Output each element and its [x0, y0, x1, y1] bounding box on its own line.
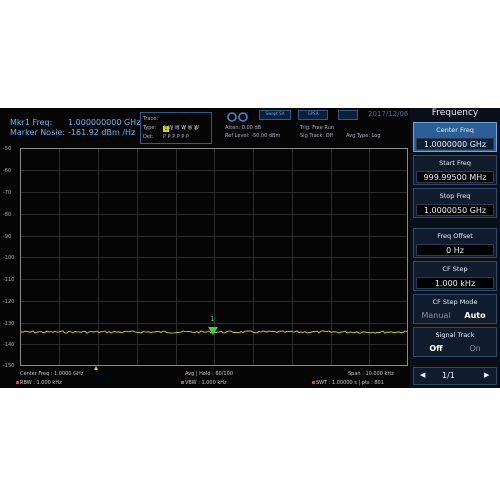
trig-text: Trig: Free Run	[300, 125, 334, 131]
stop-freq-label: Stop Freq	[439, 192, 471, 200]
y-label: -140	[3, 342, 15, 348]
page-navigator: ◀ 1/1 ▶	[413, 367, 497, 385]
cf-step-value: 1.000 kHz	[416, 277, 494, 289]
start-freq-value: 999.99500 MHz	[416, 171, 494, 183]
y-label: -100	[3, 255, 15, 261]
freq-offset-value: 0 Hz	[416, 244, 494, 256]
mode-gpsa-icon[interactable]: GPSA	[298, 110, 328, 120]
freq-offset-button[interactable]: Freq Offset 0 Hz	[413, 228, 497, 258]
page-indicator: 1/1	[442, 371, 455, 380]
det-values: P P P P P P	[163, 134, 190, 140]
signal-track-on[interactable]: On	[456, 343, 494, 355]
type-values: A W W W W W	[163, 125, 200, 131]
footer-avg-hold: Avg | Hold : 60/100	[185, 371, 233, 377]
vbw-text: VBW : 1.000 kHz	[185, 380, 227, 386]
atten-text: Atten: 0.00 dB	[225, 125, 262, 131]
marker-freq-value: 1.000000000 GHz	[68, 118, 141, 127]
trace-info-box[interactable]: Trace: 123456 Type: A W W W W W Det: P P…	[140, 112, 212, 144]
footer-swt: SWT : 1.00000 s | pts : 801	[312, 380, 384, 386]
footer-center-freq: Center Freq : 1.0000 GHz	[20, 371, 84, 377]
swt-text: SWT : 1.00000 s | pts : 801	[316, 380, 384, 386]
swt-indicator-icon	[312, 381, 315, 384]
center-freq-button[interactable]: Center Freq 1.0000000 GHz	[413, 122, 497, 152]
trace-label: Trace:	[143, 116, 158, 122]
signal-track-label: Signal Track	[435, 331, 475, 339]
marker-number: 1	[210, 315, 215, 323]
y-label: -150	[3, 363, 15, 369]
cf-step-label: CF Step	[442, 265, 468, 273]
y-label: -90	[3, 234, 12, 240]
start-freq-button[interactable]: Start Freq 999.99500 MHz	[413, 155, 497, 185]
marker-noise-value: -161.92 dBm /Hz	[68, 128, 136, 137]
y-label: -70	[3, 190, 12, 196]
avg-type-text: Avg Type: Log	[346, 133, 381, 139]
prev-page-icon[interactable]: ◀	[420, 371, 425, 379]
y-label: -120	[3, 299, 15, 305]
start-freq-label: Start Freq	[439, 159, 471, 167]
center-position-icon	[94, 366, 98, 370]
center-freq-value: 1.0000000 GHz	[416, 138, 494, 150]
date-display: 2017/12/06	[368, 110, 409, 118]
cf-step-mode-button[interactable]: CF Step Mode Manual Auto	[413, 294, 497, 324]
marker-noise-label: Marker Nosie:	[10, 128, 66, 137]
mode-swept-sa-icon[interactable]: Swept SA	[259, 110, 291, 120]
panel-title: Frequency	[431, 108, 479, 118]
trace-svg	[21, 327, 407, 335]
vbw-indicator-icon	[181, 381, 184, 384]
y-label: -110	[3, 277, 15, 283]
type-label: Type:	[143, 125, 157, 131]
analyzer-screen: Mkr1 Freq: 1.000000000 GHz Marker Nosie:…	[0, 108, 500, 388]
y-label: -50	[3, 146, 12, 152]
spectrum-plot[interactable]: 1	[20, 148, 408, 366]
footer-vbw: VBW : 1.000 kHz	[181, 380, 227, 386]
stop-freq-value: 1.0000050 GHz	[416, 204, 494, 216]
center-freq-label: Center Freq	[436, 126, 474, 134]
y-label: -80	[3, 212, 12, 218]
softkey-panel: Frequency Center Freq 1.0000000 GHz Star…	[410, 108, 500, 388]
y-label: -130	[3, 321, 15, 327]
cf-step-mode-label: CF Step Mode	[432, 298, 478, 306]
rbw-indicator-icon	[16, 381, 19, 384]
signal-track-button[interactable]: Signal Track Off On	[413, 327, 497, 357]
screen-layout-icon[interactable]	[338, 110, 358, 120]
marker-freq-label: Mkr1 Freq:	[10, 118, 53, 127]
freq-offset-label: Freq Offset	[437, 232, 473, 240]
stop-freq-button[interactable]: Stop Freq 1.0000050 GHz	[413, 188, 497, 218]
rbw-text: RBW : 1.000 kHz	[20, 380, 62, 386]
signal-track-off[interactable]: Off	[417, 343, 455, 355]
sig-track-text: Sig Track: Off	[300, 133, 334, 139]
footer-rbw: RBW : 1.000 kHz	[16, 380, 62, 386]
next-page-icon[interactable]: ▶	[484, 371, 489, 379]
footer-span: Span : 10.000 kHz	[348, 371, 394, 377]
cf-step-button[interactable]: CF Step 1.000 kHz	[413, 261, 497, 291]
y-label: -60	[3, 168, 12, 174]
cf-step-mode-auto[interactable]: Auto	[456, 310, 494, 322]
settings-gear-icon[interactable]	[226, 108, 250, 122]
det-label: Det:	[143, 134, 154, 140]
cf-step-mode-manual[interactable]: Manual	[417, 310, 455, 322]
ref-level-text: Ref Level: -50.00 dBm	[225, 133, 281, 139]
